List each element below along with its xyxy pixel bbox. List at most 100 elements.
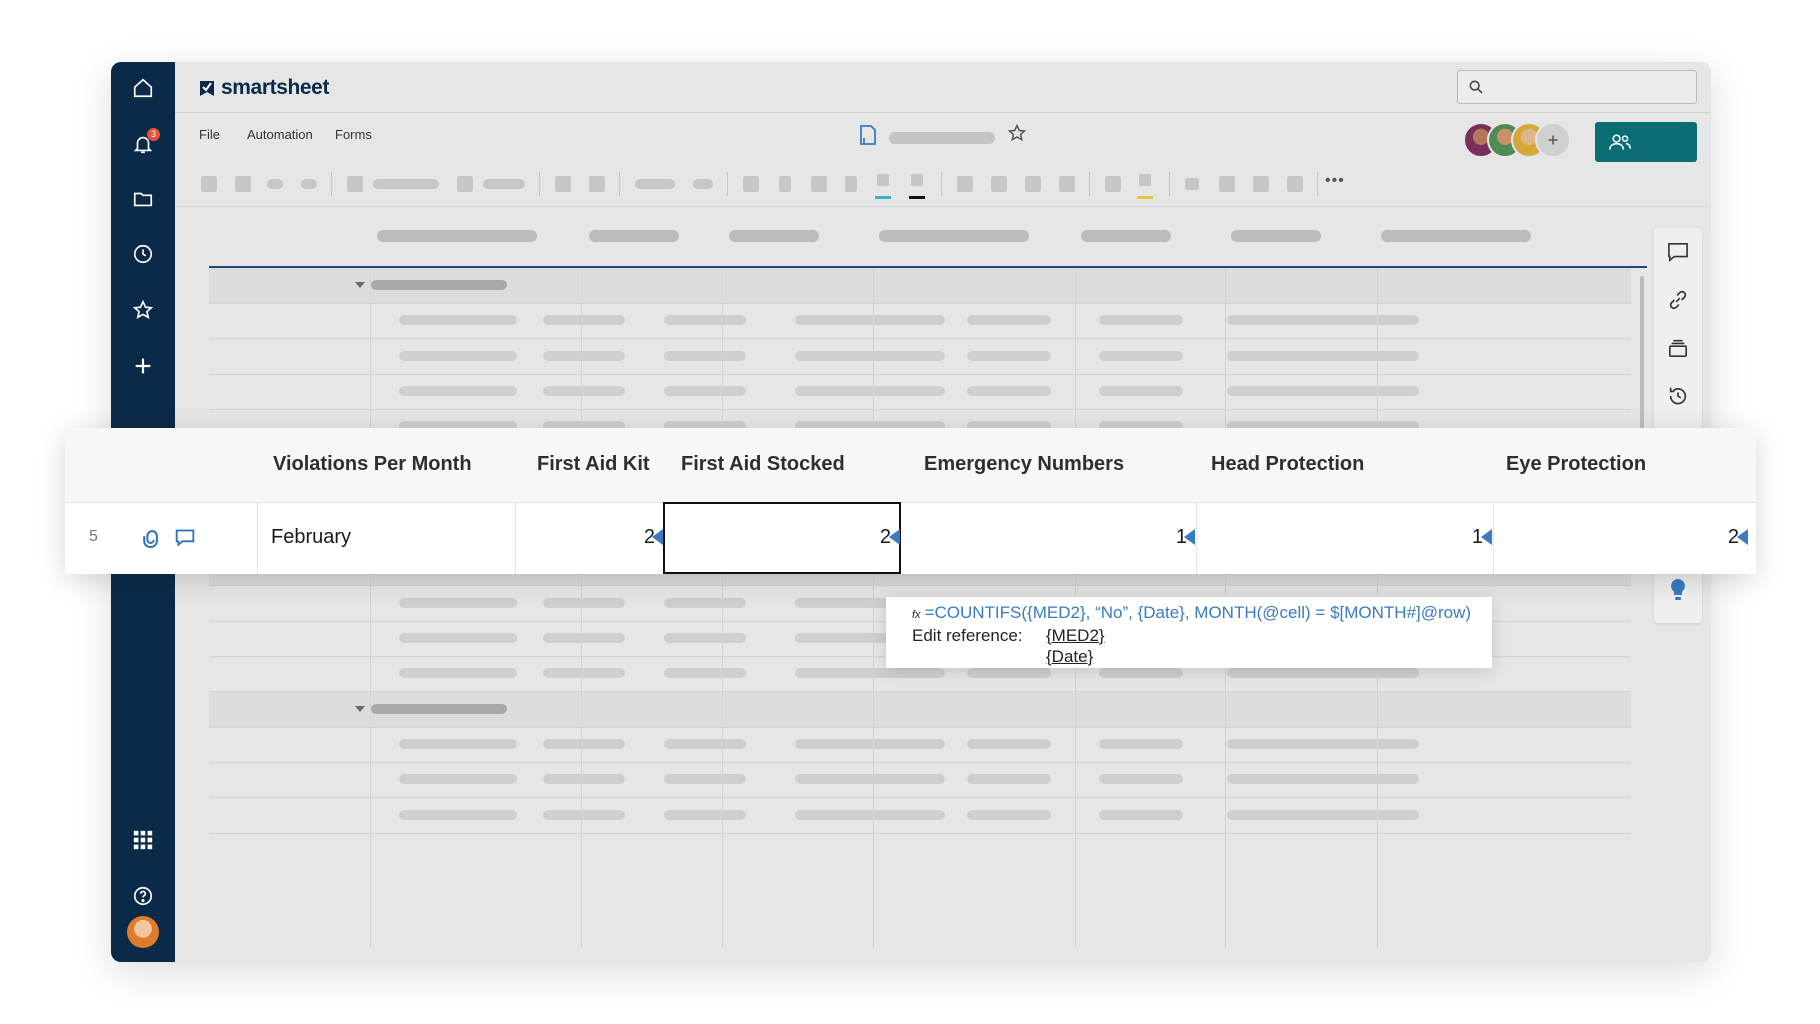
- cell-link-indicator[interactable]: [1184, 529, 1195, 545]
- column-header[interactable]: [879, 230, 1029, 242]
- toolbar-button[interactable]: [201, 176, 217, 192]
- head-protection-cell[interactable]: 1: [1453, 526, 1483, 549]
- recents-button[interactable]: [111, 232, 175, 276]
- eye-protection-cell[interactable]: 2: [1709, 526, 1739, 549]
- table-row[interactable]: [209, 339, 1631, 375]
- column-header[interactable]: [1081, 230, 1171, 242]
- toolbar-button[interactable]: [779, 176, 791, 192]
- more-options-icon[interactable]: •••: [1325, 172, 1345, 190]
- attachments-button[interactable]: [1654, 280, 1702, 320]
- toolbar-button[interactable]: [1059, 176, 1075, 192]
- toolbar-dropdown[interactable]: [635, 179, 675, 189]
- search-input[interactable]: [1457, 70, 1697, 104]
- toolbar-button[interactable]: [267, 179, 283, 189]
- toolbar-button[interactable]: [457, 176, 473, 192]
- highlight-button[interactable]: [1139, 174, 1151, 186]
- header-violations-per-month[interactable]: Violations Per Month: [273, 453, 472, 476]
- cell-placeholder: [1099, 774, 1183, 785]
- launcher-button[interactable]: [111, 818, 175, 862]
- vertical-scrollbar[interactable]: [1640, 276, 1644, 436]
- cell-link-indicator[interactable]: [1737, 529, 1748, 545]
- cell-placeholder: [543, 738, 625, 749]
- toolbar-button[interactable]: [811, 176, 827, 192]
- menu-automation[interactable]: Automation: [247, 127, 313, 142]
- toolbar-button[interactable]: [235, 176, 251, 192]
- toolbar-button[interactable]: [555, 176, 571, 192]
- table-row[interactable]: [209, 762, 1631, 799]
- collaborators[interactable]: [1463, 122, 1571, 158]
- toolbar-button[interactable]: [589, 176, 605, 192]
- create-button[interactable]: [111, 344, 175, 388]
- toolbar-button[interactable]: [845, 176, 857, 192]
- conversations-button[interactable]: [1654, 232, 1702, 272]
- header-eye-protection[interactable]: Eye Protection: [1506, 453, 1646, 476]
- home-button[interactable]: [111, 66, 175, 110]
- column-header[interactable]: [1381, 230, 1531, 242]
- menu-forms[interactable]: Forms: [335, 127, 372, 142]
- toolbar-button[interactable]: [1105, 176, 1121, 192]
- attachment-icon[interactable]: [140, 528, 162, 548]
- toolbar-dropdown[interactable]: [373, 179, 439, 189]
- table-row[interactable]: [209, 374, 1631, 410]
- comment-icon[interactable]: [175, 528, 195, 548]
- notification-badge: 3: [147, 128, 160, 141]
- summary-button[interactable]: [1654, 570, 1702, 610]
- text-color-button[interactable]: [877, 174, 889, 186]
- cell-link-indicator[interactable]: [1481, 529, 1492, 545]
- sheet-title-placeholder[interactable]: [889, 132, 995, 144]
- table-row[interactable]: [209, 303, 1631, 340]
- favorite-star-icon[interactable]: [1007, 123, 1027, 143]
- help-button[interactable]: [111, 874, 175, 918]
- toolbar-button[interactable]: [693, 179, 713, 189]
- reference-link-med2[interactable]: {MED2}: [1046, 626, 1105, 646]
- toolbar-button[interactable]: [1219, 176, 1235, 192]
- toolbar-button[interactable]: [1287, 176, 1303, 192]
- column-header[interactable]: [589, 230, 679, 242]
- group-row[interactable]: [209, 691, 1631, 728]
- toolbar-button[interactable]: [301, 179, 317, 189]
- activity-log-button[interactable]: [1654, 376, 1702, 416]
- browse-button[interactable]: [111, 177, 175, 221]
- table-row[interactable]: [209, 798, 1631, 834]
- emergency-numbers-cell[interactable]: 1: [1157, 526, 1187, 549]
- column-header[interactable]: [1231, 230, 1321, 242]
- toolbar-button[interactable]: [1253, 176, 1269, 192]
- cell-placeholder: [543, 350, 625, 361]
- menu-file[interactable]: File: [199, 127, 220, 142]
- toolbar-button[interactable]: [743, 176, 759, 192]
- column-header[interactable]: [729, 230, 819, 242]
- toolbar-button[interactable]: [1185, 178, 1199, 190]
- month-cell[interactable]: February: [271, 526, 351, 549]
- publish-button[interactable]: [1654, 328, 1702, 368]
- plus-icon: [135, 358, 151, 374]
- smartsheet-logo[interactable]: smartsheet: [199, 76, 329, 100]
- favorites-button[interactable]: [111, 288, 175, 332]
- cell-placeholder: [795, 809, 945, 820]
- toolbar-button[interactable]: [957, 176, 973, 192]
- group-row[interactable]: [209, 268, 1631, 304]
- cell-link-indicator[interactable]: [889, 529, 900, 545]
- column-header[interactable]: [377, 230, 537, 242]
- cell-link-indicator[interactable]: [652, 529, 663, 545]
- first-aid-kit-cell[interactable]: 2: [625, 526, 655, 549]
- collapse-caret-icon[interactable]: [355, 282, 365, 288]
- notifications-button[interactable]: 3: [111, 122, 175, 166]
- cell-placeholder: [795, 774, 945, 785]
- cell-placeholder: [664, 774, 746, 785]
- user-avatar[interactable]: [127, 916, 159, 948]
- collapse-caret-icon[interactable]: [355, 705, 365, 712]
- add-collaborator-button[interactable]: [1535, 122, 1571, 158]
- toolbar-button[interactable]: [991, 176, 1007, 192]
- header-first-aid-stocked[interactable]: First Aid Stocked: [681, 453, 845, 476]
- header-emergency-numbers[interactable]: Emergency Numbers: [924, 453, 1124, 476]
- reference-link-date[interactable]: {Date}: [1046, 647, 1093, 667]
- first-aid-stocked-cell[interactable]: 2: [861, 526, 891, 549]
- toolbar-button[interactable]: [1025, 176, 1041, 192]
- toolbar-button[interactable]: [347, 176, 363, 192]
- header-first-aid-kit[interactable]: First Aid Kit: [537, 453, 650, 476]
- fill-color-button[interactable]: [911, 174, 923, 186]
- plus-icon: [1548, 135, 1558, 145]
- header-head-protection[interactable]: Head Protection: [1211, 453, 1364, 476]
- toolbar-dropdown[interactable]: [483, 179, 525, 189]
- table-row[interactable]: [209, 727, 1631, 763]
